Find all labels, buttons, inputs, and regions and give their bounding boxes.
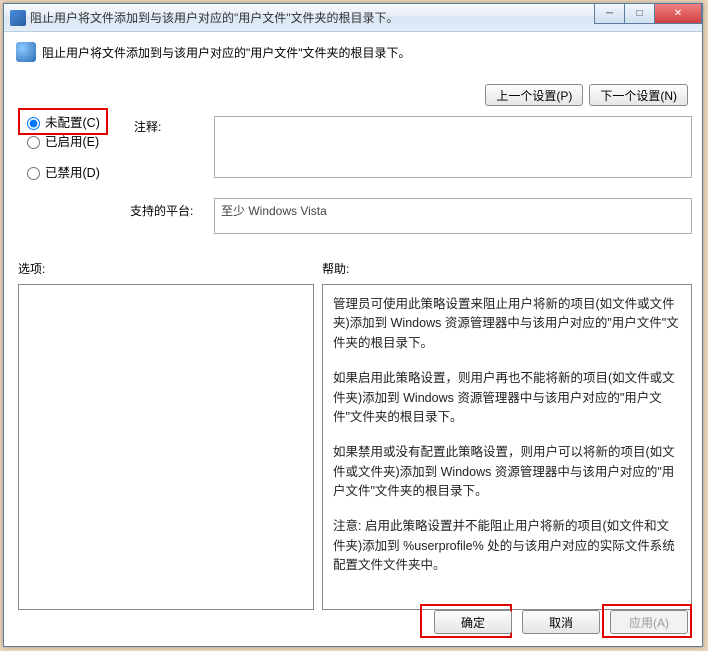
- window-buttons: ─ □ ✕: [594, 4, 702, 24]
- radio-not-configured-input[interactable]: [27, 117, 40, 130]
- window-title: 阻止用户将文件添加到与该用户对应的"用户文件"文件夹的根目录下。: [30, 9, 399, 26]
- radio-not-configured-label: 未配置(C): [45, 112, 100, 131]
- radio-disabled[interactable]: 已禁用(D): [22, 162, 100, 181]
- options-label: 选项:: [18, 260, 45, 277]
- dialog-body: 阻止用户将文件添加到与该用户对应的"用户文件"文件夹的根目录下。 上一个设置(P…: [4, 32, 702, 646]
- options-pane: [18, 284, 314, 610]
- dialog-buttons: 确定 取消 应用(A): [434, 610, 688, 634]
- help-paragraph: 注意: 启用此策略设置并不能阻止用户将新的项目(如文件和文件夹)添加到 %use…: [333, 517, 681, 575]
- help-paragraph: 如果禁用或没有配置此策略设置，则用户可以将新的项目(如文件或文件夹)添加到 Wi…: [333, 443, 681, 501]
- titlebar: 阻止用户将文件添加到与该用户对应的"用户文件"文件夹的根目录下。 ─ □ ✕: [4, 4, 702, 32]
- help-label: 帮助:: [322, 260, 349, 277]
- next-setting-button[interactable]: 下一个设置(N): [589, 84, 688, 106]
- minimize-button[interactable]: ─: [594, 4, 624, 24]
- radio-disabled-input[interactable]: [27, 167, 40, 180]
- help-paragraph: 管理员可使用此策略设置来阻止用户将新的项目(如文件或文件夹)添加到 Window…: [333, 295, 681, 353]
- close-button[interactable]: ✕: [654, 4, 702, 24]
- header-row: 阻止用户将文件添加到与该用户对应的"用户文件"文件夹的根目录下。: [16, 42, 690, 62]
- policy-icon: [16, 42, 36, 62]
- platform-label: 支持的平台:: [130, 202, 193, 219]
- radio-enabled-label: 已启用(E): [45, 131, 99, 150]
- cancel-button[interactable]: 取消: [522, 610, 600, 634]
- maximize-button[interactable]: □: [624, 4, 654, 24]
- radio-disabled-label: 已禁用(D): [45, 162, 100, 181]
- dialog-window: 阻止用户将文件添加到与该用户对应的"用户文件"文件夹的根目录下。 ─ □ ✕ 阻…: [3, 3, 703, 647]
- ok-button[interactable]: 确定: [434, 610, 512, 634]
- help-pane[interactable]: 管理员可使用此策略设置来阻止用户将新的项目(如文件或文件夹)添加到 Window…: [322, 284, 692, 610]
- comment-label: 注释:: [134, 118, 161, 135]
- policy-title: 阻止用户将文件添加到与该用户对应的"用户文件"文件夹的根目录下。: [42, 42, 411, 61]
- help-paragraph: 如果启用此策略设置，则用户再也不能将新的项目(如文件或文件夹)添加到 Windo…: [333, 369, 681, 427]
- state-radios: 未配置(C) 已启用(E) 已禁用(D): [22, 112, 100, 193]
- apply-button[interactable]: 应用(A): [610, 610, 688, 634]
- nav-buttons: 上一个设置(P) 下一个设置(N): [485, 84, 688, 106]
- radio-enabled-input[interactable]: [27, 136, 40, 149]
- comment-textarea[interactable]: [214, 116, 692, 178]
- app-icon: [10, 10, 26, 26]
- radio-enabled[interactable]: 已启用(E): [22, 131, 100, 150]
- previous-setting-button[interactable]: 上一个设置(P): [485, 84, 583, 106]
- platform-value: 至少 Windows Vista: [214, 198, 692, 234]
